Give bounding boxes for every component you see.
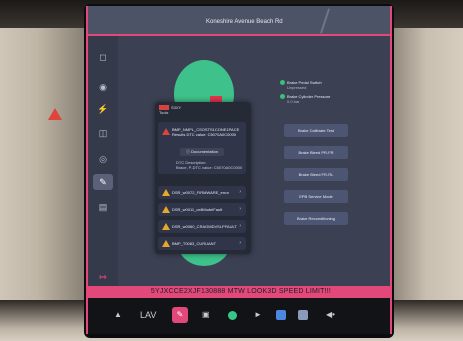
dtc-row[interactable]: BMP_T0083_CURUANT › (158, 237, 246, 250)
music-icon[interactable] (228, 311, 237, 320)
media-icon[interactable] (298, 310, 308, 320)
steering-icon[interactable]: ◎ (97, 154, 109, 164)
phone-icon[interactable]: ► (254, 310, 262, 320)
file-icon[interactable]: ▤ (97, 202, 109, 212)
dtc-row[interactable]: DSR_w0072_FIRMWARE_error › (158, 186, 246, 199)
map-street-label: Koneshire Avenue Beach Rd (206, 19, 283, 25)
dtc-row-label: DSR_w0060_CRAGMDVSLPFAULT (172, 224, 237, 229)
exit-icon[interactable]: ↦ (97, 272, 109, 282)
diagnostics-panel: S3XY Tools BMP_NMPL_CSOSTS1CONE1PACE Res… (155, 102, 251, 254)
app-icon[interactable]: ✎ (172, 307, 188, 323)
dtc-row-label: DSR_w0011_cellModelFault (172, 207, 223, 212)
documentation-label: Documentation (191, 149, 219, 154)
epb-service-mode-button[interactable]: EPB Service Mode (284, 190, 348, 203)
car-icon[interactable]: ▲ (114, 310, 122, 320)
dtc-description: DTC Description: Brace, P-DTC value: C50… (176, 160, 242, 170)
sidebar: ◻ ◉ ⚡ ◫ ◎ ✎ ▤ ↦ (88, 36, 118, 298)
status-ok-icon (280, 80, 285, 86)
warning-icon (162, 206, 170, 213)
panel-header: S3XY Tools (159, 105, 181, 115)
hazard-button-icon[interactable] (48, 108, 62, 120)
touchscreen: Koneshire Avenue Beach Rd ◻ ◉ ⚡ ◫ ◎ ✎ ▤ … (86, 6, 392, 334)
warning-icon (162, 240, 170, 247)
car-icon[interactable]: ◻ (97, 52, 109, 62)
map-strip[interactable]: Koneshire Avenue Beach Rd (88, 6, 390, 36)
brake-pedal-label: Brake Pedal Switch (287, 80, 322, 85)
dtc-row-label: DSR_w0072_FIRMWARE_error (172, 190, 229, 195)
documentation-button[interactable]: ⓘ Documentation (180, 148, 224, 156)
chevron-right-icon: › (239, 189, 241, 195)
brake-pedal-status: Brake Pedal Switch Unpressed (280, 80, 322, 90)
chevron-right-icon: › (239, 223, 241, 229)
vin-banner: 5YJXCCE2XJF130888 MTW LOOK3D SPEED LIMIT… (88, 286, 390, 298)
status-ok-icon (280, 94, 285, 100)
charging-icon[interactable]: ⚡ (97, 104, 109, 114)
error-icon (162, 128, 170, 135)
dtc-row[interactable]: DSR_w0060_CRAGMDVSLPFAULT › (158, 220, 246, 233)
brake-cylinder-value: 0.0 bar (287, 99, 300, 105)
brake-cylinder-label: Brake Cylinder Pressure (287, 94, 331, 99)
map-road (320, 8, 330, 34)
brake-reconditioning-button[interactable]: Brake Reconditioning (284, 212, 348, 225)
logo-text: S3XY (171, 105, 182, 110)
volume-icon[interactable]: ◀• (326, 310, 335, 320)
notes-icon[interactable] (276, 310, 286, 320)
dtc-alert-title: BMP_NMPL_CSOSTS1CONE1PACE Results DTC va… (172, 127, 240, 137)
brake-calibrate-button[interactable]: Brake Calibrate Test (284, 124, 348, 137)
brake-bleed-fr-rl-button[interactable]: Brake Bleed FR-RL (284, 168, 348, 181)
driving-icon[interactable]: ◉ (97, 82, 109, 92)
chevron-right-icon: › (239, 240, 241, 246)
panel-header-sub: Tools (159, 110, 169, 116)
brake-cylinder-status: Brake Cylinder Pressure 0.0 bar (280, 94, 330, 104)
dtc-description-value: Brace, P-DTC value: C5070A0C0000 (176, 165, 243, 170)
camera-icon[interactable]: ▣ (202, 310, 210, 320)
chevron-right-icon: › (239, 206, 241, 212)
dtc-alert-card[interactable]: BMP_NMPL_CSOSTS1CONE1PACE Results DTC va… (158, 122, 246, 174)
brake-bleed-pr-fr-button[interactable]: Brake Bleed PR-FR (284, 146, 348, 159)
warning-icon (162, 189, 170, 196)
warning-icon (162, 223, 170, 230)
dtc-row[interactable]: DSR_w0011_cellModelFault › (158, 203, 246, 216)
wrench-icon[interactable]: ✎ (93, 174, 113, 190)
climate-label[interactable]: LAV (140, 310, 156, 320)
seat-icon[interactable]: ◫ (97, 128, 109, 138)
dtc-row-label: BMP_T0083_CURUANT (172, 241, 217, 246)
taskbar: ▲ LAV ✎ ▣ ► ◀• (88, 298, 390, 334)
brake-pedal-value: Unpressed (287, 85, 307, 91)
